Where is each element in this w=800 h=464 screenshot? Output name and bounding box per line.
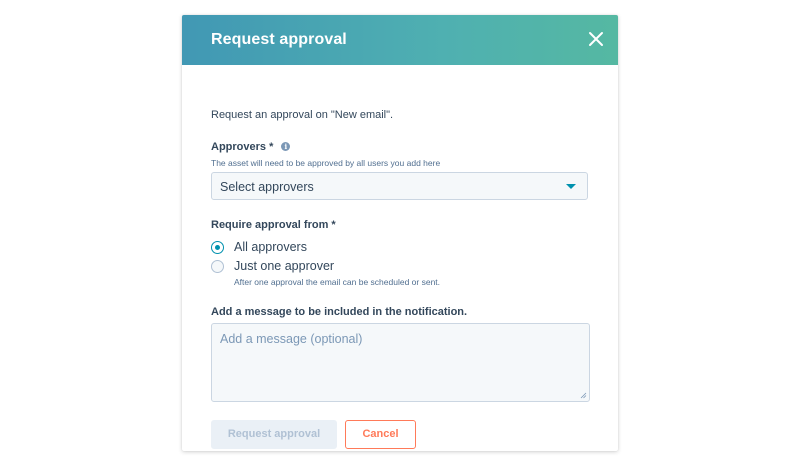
message-label: Add a message to be included in the noti…	[211, 306, 468, 318]
approvers-label: Approvers *	[211, 141, 274, 153]
radio-button-checked[interactable]	[211, 241, 224, 254]
approvers-help-text: The asset will need to be approved by al…	[211, 158, 441, 168]
approvers-select-value: Select approvers	[220, 180, 314, 194]
cancel-button[interactable]: Cancel	[345, 420, 416, 449]
radio-label-all-approvers: All approvers	[234, 240, 307, 254]
just-one-approver-help: After one approval the email can be sche…	[234, 277, 441, 287]
require-approval-label: Require approval from *	[211, 219, 336, 231]
message-textarea[interactable]: Add a message (optional)	[211, 323, 590, 402]
resize-handle-icon[interactable]	[580, 392, 587, 399]
dialog-header: Request approval	[182, 15, 618, 65]
info-icon[interactable]: i	[281, 142, 291, 151]
chevron-down-icon	[566, 184, 576, 189]
request-approval-button[interactable]: Request approval	[211, 420, 337, 449]
message-placeholder: Add a message (optional)	[220, 332, 363, 346]
approvers-select[interactable]: Select approvers	[211, 172, 588, 200]
request-approval-dialog: Request approval Request an approval on …	[182, 15, 618, 451]
dialog-title: Request approval	[211, 31, 347, 48]
intro-text: Request an approval on "New email".	[211, 109, 394, 121]
radio-label-just-one-approver: Just one approver	[234, 259, 335, 273]
close-icon[interactable]	[588, 31, 604, 47]
approvers-label-row: Approvers * i	[211, 141, 291, 153]
radio-button-unchecked[interactable]	[211, 260, 224, 273]
